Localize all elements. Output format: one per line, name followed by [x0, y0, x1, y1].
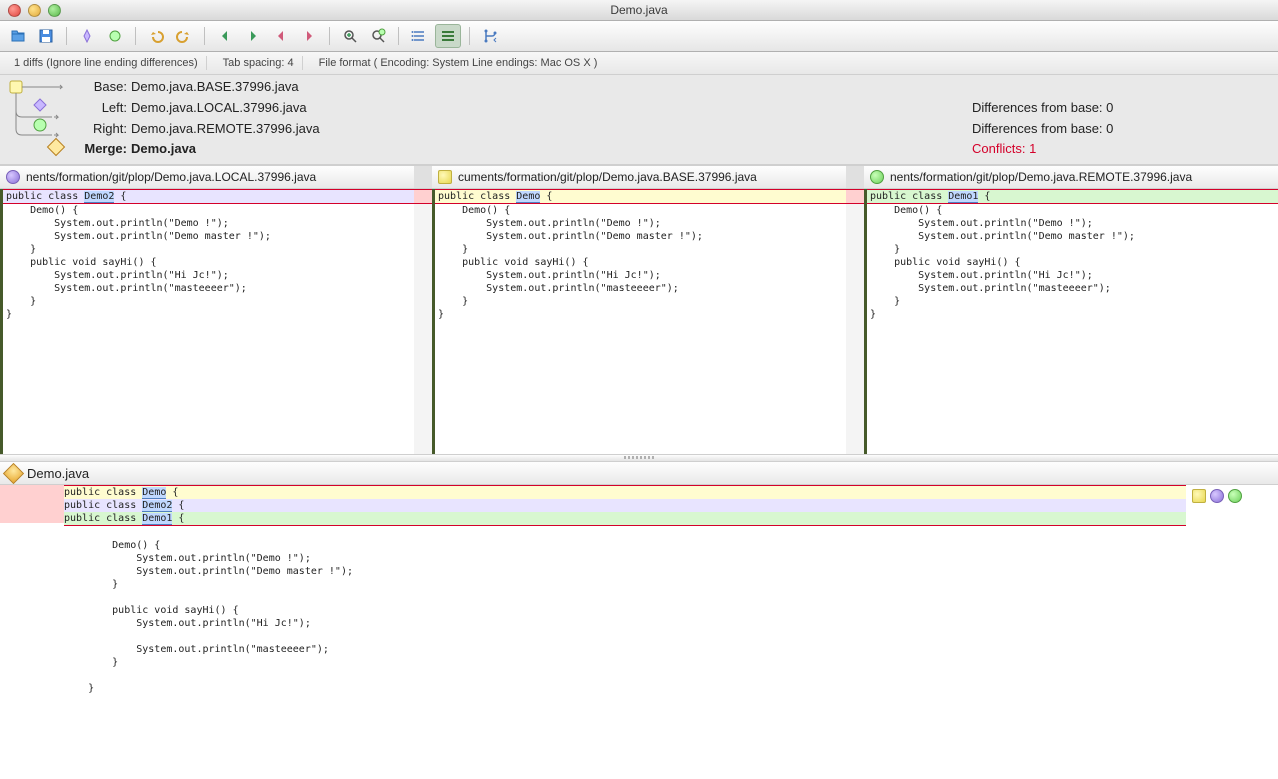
save-button[interactable]: [34, 25, 58, 47]
reject-button[interactable]: [103, 25, 127, 47]
merge-file: Demo.java: [131, 141, 972, 160]
connector-right: [846, 189, 864, 454]
merge-summary: Base: Demo.java.BASE.37996.java Left: De…: [0, 75, 1278, 165]
diff-count-label: 1 diffs (Ignore line ending differences): [6, 56, 207, 70]
accept-button[interactable]: [75, 25, 99, 47]
merge-code[interactable]: public class Demo { public class Demo2 {…: [64, 485, 1186, 779]
zoom-window-button[interactable]: [48, 4, 61, 17]
base-icon: [438, 170, 452, 184]
left-code-pane[interactable]: public class Demo2 { Demo() { System.out…: [0, 189, 414, 454]
base-label: Base:: [76, 79, 131, 98]
open-file-button[interactable]: [6, 25, 30, 47]
pick-local-button[interactable]: [1210, 489, 1224, 503]
left-pane-path: nents/formation/git/plop/Demo.java.LOCAL…: [26, 170, 316, 184]
merge-label: Merge:: [76, 141, 131, 160]
right-pane-path: nents/formation/git/plop/Demo.java.REMOT…: [890, 170, 1192, 184]
right-label: Right:: [76, 121, 131, 140]
horizontal-splitter[interactable]: [0, 454, 1278, 462]
redo-button[interactable]: [172, 25, 196, 47]
pane-headers: nents/formation/git/plop/Demo.java.LOCAL…: [0, 165, 1278, 189]
branch-button[interactable]: [478, 25, 502, 47]
merge-pane[interactable]: public class Demo { public class Demo2 {…: [0, 485, 1278, 779]
right-file: Demo.java.REMOTE.37996.java: [131, 121, 972, 140]
conflict-count: Conflicts: 1: [972, 141, 1272, 160]
titlebar: Demo.java: [0, 0, 1278, 21]
next-conflict-button[interactable]: [297, 25, 321, 47]
infobar: 1 diffs (Ignore line ending differences)…: [0, 52, 1278, 75]
minimize-window-button[interactable]: [28, 4, 41, 17]
next-diff-button[interactable]: [241, 25, 265, 47]
merge-filename: Demo.java: [27, 466, 89, 481]
merge-icon: [3, 462, 24, 483]
prev-conflict-button[interactable]: [269, 25, 293, 47]
left-diff: Differences from base: 0: [972, 100, 1272, 119]
zoom-in-button[interactable]: [338, 25, 362, 47]
window-title: Demo.java: [0, 3, 1278, 17]
toolbar: [0, 21, 1278, 52]
splitter[interactable]: [414, 166, 432, 188]
prev-diff-button[interactable]: [213, 25, 237, 47]
file-format-label[interactable]: File format ( Encoding: System Line endi…: [311, 56, 606, 70]
zoom-out-button[interactable]: [366, 25, 390, 47]
summary-graph-icon: [6, 79, 66, 160]
merge-action-gutter: [1186, 485, 1278, 779]
tree-view-button[interactable]: [435, 24, 461, 48]
left-label: Left:: [76, 100, 131, 119]
base-code-pane[interactable]: public class Demo { Demo() { System.out.…: [432, 189, 846, 454]
close-window-button[interactable]: [8, 4, 21, 17]
list-view-button[interactable]: [407, 25, 431, 47]
remote-icon: [870, 170, 884, 184]
tab-spacing-label[interactable]: Tab spacing: 4: [215, 56, 303, 70]
splitter[interactable]: [846, 166, 864, 188]
right-pane-header[interactable]: nents/formation/git/plop/Demo.java.REMOT…: [864, 166, 1278, 188]
right-code-pane[interactable]: public class Demo1 { Demo() { System.out…: [864, 189, 1278, 454]
base-pane-header[interactable]: cuments/formation/git/plop/Demo.java.BAS…: [432, 166, 846, 188]
left-file: Demo.java.LOCAL.37996.java: [131, 100, 972, 119]
base-file: Demo.java.BASE.37996.java: [131, 79, 972, 98]
pick-remote-button[interactable]: [1228, 489, 1242, 503]
local-icon: [6, 170, 20, 184]
undo-button[interactable]: [144, 25, 168, 47]
diff-panes: public class Demo2 { Demo() { System.out…: [0, 189, 1278, 454]
pick-base-button[interactable]: [1192, 489, 1206, 503]
base-pane-path: cuments/formation/git/plop/Demo.java.BAS…: [458, 170, 757, 184]
merge-pane-header[interactable]: Demo.java: [0, 462, 1278, 485]
left-pane-header[interactable]: nents/formation/git/plop/Demo.java.LOCAL…: [0, 166, 414, 188]
connector-left: [414, 189, 432, 454]
merge-gutter: [0, 485, 64, 779]
right-diff: Differences from base: 0: [972, 121, 1272, 140]
app-window: Demo.java 1 diffs (Ignore line ending di…: [0, 0, 1278, 779]
